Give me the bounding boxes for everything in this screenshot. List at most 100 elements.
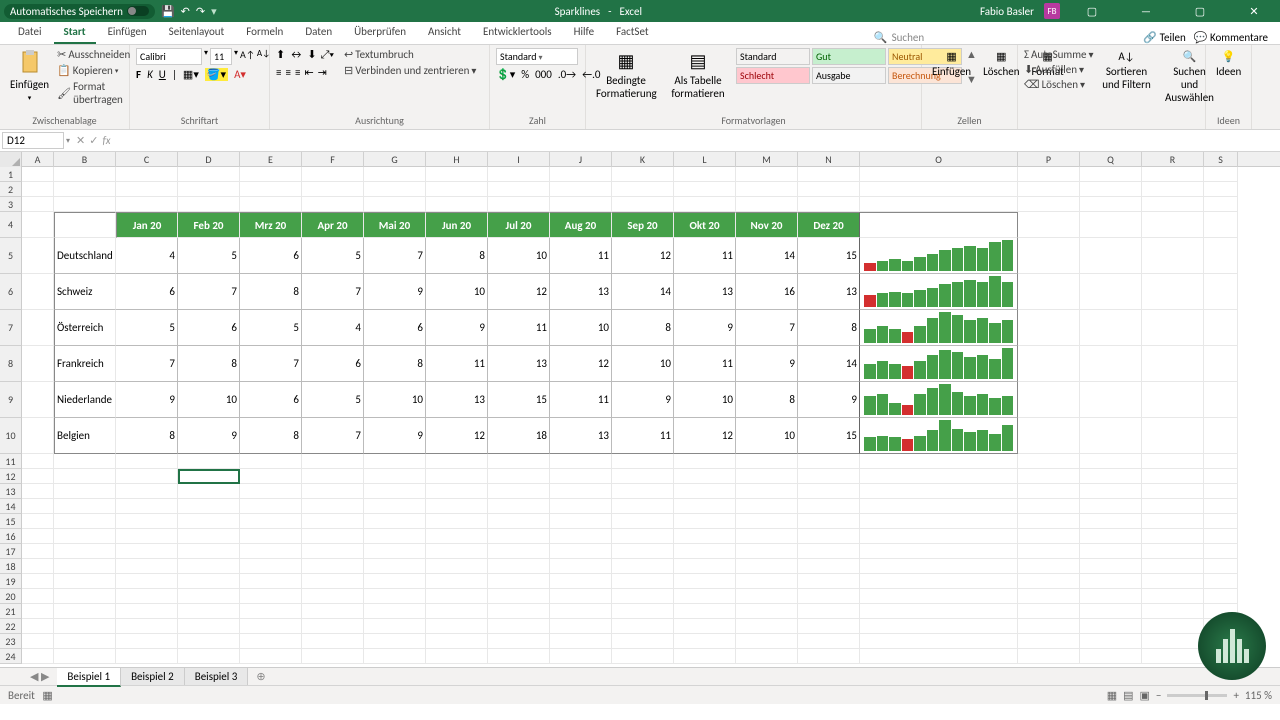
cell[interactable]	[1018, 182, 1080, 197]
cell[interactable]	[612, 469, 674, 484]
cell[interactable]	[116, 559, 178, 574]
cell[interactable]: 6	[240, 238, 302, 274]
cell[interactable]	[1142, 182, 1204, 197]
cell[interactable]	[426, 529, 488, 544]
zoom-slider[interactable]	[1167, 694, 1227, 697]
cell[interactable]	[302, 182, 364, 197]
view-normal-icon[interactable]: ▦	[1107, 689, 1117, 702]
cell[interactable]	[178, 619, 240, 634]
col-header[interactable]: L	[674, 152, 736, 167]
cell[interactable]: 12	[488, 274, 550, 310]
cell[interactable]: 13	[550, 418, 612, 454]
cell[interactable]	[178, 167, 240, 182]
cell[interactable]	[1142, 382, 1204, 418]
cell[interactable]	[798, 619, 860, 634]
cell[interactable]	[1080, 574, 1142, 589]
cell[interactable]	[736, 604, 798, 619]
col-header[interactable]: M	[736, 152, 798, 167]
cancel-fx-icon[interactable]: ✕	[76, 134, 85, 147]
cell[interactable]	[736, 529, 798, 544]
cell[interactable]	[22, 484, 54, 499]
cell[interactable]	[736, 544, 798, 559]
cell[interactable]	[1080, 310, 1142, 346]
cell[interactable]	[1018, 382, 1080, 418]
cell[interactable]	[1080, 499, 1142, 514]
cell[interactable]	[22, 574, 54, 589]
cell[interactable]: 8	[798, 310, 860, 346]
row-header[interactable]: 20	[0, 589, 22, 604]
cell[interactable]	[22, 212, 54, 238]
cell[interactable]	[736, 634, 798, 649]
cell[interactable]	[798, 649, 860, 664]
cell[interactable]	[488, 559, 550, 574]
cell[interactable]	[364, 499, 426, 514]
cell[interactable]	[736, 514, 798, 529]
add-sheet-button[interactable]: ⊕	[248, 670, 273, 683]
cell[interactable]	[1018, 499, 1080, 514]
cell[interactable]	[54, 182, 116, 197]
font-size-select[interactable]: 11	[210, 48, 232, 65]
cell[interactable]	[550, 499, 612, 514]
cell[interactable]	[488, 499, 550, 514]
cell[interactable]	[488, 197, 550, 212]
col-header[interactable]: H	[426, 152, 488, 167]
cell[interactable]	[22, 544, 54, 559]
cell[interactable]: Aug 20	[550, 212, 612, 238]
cell[interactable]: 15	[798, 238, 860, 274]
cell[interactable]	[1018, 197, 1080, 212]
cell[interactable]	[860, 182, 1018, 197]
comments-button[interactable]: 💬 Kommentare	[1194, 31, 1268, 44]
cell[interactable]	[860, 469, 1018, 484]
cell[interactable]	[426, 469, 488, 484]
cell[interactable]	[798, 604, 860, 619]
ribbon-tab-einfügen[interactable]: Einfügen	[98, 21, 157, 44]
cell[interactable]: 12	[612, 238, 674, 274]
cell[interactable]	[364, 604, 426, 619]
cell[interactable]: Sep 20	[612, 212, 674, 238]
cell[interactable]	[302, 499, 364, 514]
style-standard[interactable]: Standard	[736, 48, 810, 65]
align-mid-icon[interactable]: ↔	[289, 48, 303, 62]
col-header[interactable]: S	[1204, 152, 1238, 167]
cell[interactable]	[612, 649, 674, 664]
cell[interactable]	[798, 544, 860, 559]
cell[interactable]	[426, 514, 488, 529]
font-name-select[interactable]: Calibri	[136, 48, 202, 65]
cell[interactable]	[736, 574, 798, 589]
cell[interactable]	[1018, 514, 1080, 529]
cell[interactable]	[612, 544, 674, 559]
view-break-icon[interactable]: ▣	[1140, 689, 1150, 702]
cell[interactable]	[674, 529, 736, 544]
cell[interactable]	[612, 499, 674, 514]
cell[interactable]	[426, 589, 488, 604]
cell[interactable]: 10	[674, 382, 736, 418]
cell[interactable]	[550, 559, 612, 574]
maximize-icon[interactable]: ▢	[1178, 0, 1222, 22]
cell[interactable]	[22, 454, 54, 469]
cell[interactable]	[54, 544, 116, 559]
cell[interactable]	[488, 454, 550, 469]
cell[interactable]	[54, 529, 116, 544]
row-header[interactable]: 2	[0, 182, 22, 197]
cell[interactable]	[550, 589, 612, 604]
col-header[interactable]: J	[550, 152, 612, 167]
cell[interactable]	[116, 529, 178, 544]
cell[interactable]	[22, 604, 54, 619]
cell[interactable]	[798, 514, 860, 529]
cell[interactable]	[1018, 619, 1080, 634]
cell[interactable]	[860, 454, 1018, 469]
cell[interactable]	[116, 649, 178, 664]
cell[interactable]	[426, 484, 488, 499]
cell[interactable]: 11	[612, 418, 674, 454]
cell[interactable]	[1204, 418, 1238, 454]
col-header[interactable]: G	[364, 152, 426, 167]
row-header[interactable]: 22	[0, 619, 22, 634]
cell[interactable]	[178, 197, 240, 212]
sheet-tab[interactable]: Beispiel 2	[121, 668, 185, 685]
cell[interactable]	[178, 529, 240, 544]
cell[interactable]	[550, 619, 612, 634]
row-header[interactable]: 23	[0, 634, 22, 649]
cell[interactable]	[1018, 167, 1080, 182]
cell[interactable]	[1080, 514, 1142, 529]
cell[interactable]	[302, 529, 364, 544]
